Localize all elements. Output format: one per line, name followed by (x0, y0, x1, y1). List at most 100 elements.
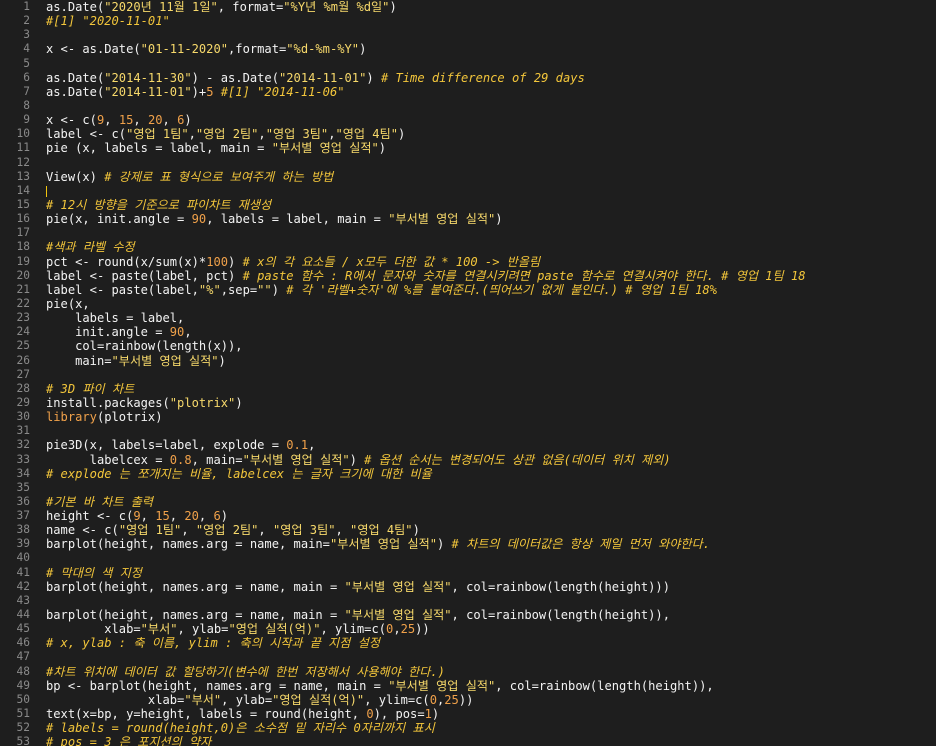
code-line[interactable]: 32 pie3D(x, labels=label, explode = 0.1, (0, 438, 936, 452)
code-line[interactable]: 16 pie(x, init.angle = 90, labels = label… (0, 212, 936, 226)
code-text[interactable]: #[1] "2020-11-01" (46, 14, 936, 28)
code-line[interactable]: 9 x <- c(9, 15, 20, 6) (0, 113, 936, 127)
code-token-plain: , (335, 523, 351, 538)
code-line[interactable]: 52 # labels = round(height,0)은 소수점 밑 자리수 … (0, 721, 936, 735)
code-text[interactable]: # 12시 방향을 기준으로 파이차트 재생성 (46, 198, 936, 212)
code-line[interactable]: 23 labels = label, (0, 311, 936, 325)
code-text[interactable]: pct <- round(x/sum(x)*100) # x의 각 요소들 / … (46, 255, 936, 269)
code-text[interactable]: xlab="부서", ylab="영업 실적(억)", ylim=c(0,25)… (46, 693, 936, 707)
code-text[interactable]: label <- paste(label,"%",sep="") # 각 '라벨… (46, 283, 936, 297)
code-line[interactable]: 3 (0, 28, 936, 42)
code-line[interactable]: 6 as.Date("2014-11-30") - as.Date("2014-1… (0, 71, 936, 85)
code-text[interactable]: as.Date("2014-11-30") - as.Date("2014-11… (46, 71, 936, 85)
code-text[interactable]: # labels = round(height,0)은 소수점 밑 자리수 0자… (46, 721, 936, 735)
code-text[interactable]: labels = label, (46, 311, 936, 325)
code-line[interactable]: 2 #[1] "2020-11-01" (0, 14, 936, 28)
code-text[interactable]: text(x=bp, y=height, labels = round(heig… (46, 707, 936, 721)
code-text[interactable]: height <- c(9, 15, 20, 6) (46, 509, 936, 523)
code-line[interactable]: 1 as.Date("2020년 11월 1일", format="%Y년 %m월… (0, 0, 936, 14)
code-line[interactable]: 42 barplot(height, names.arg = name, main… (0, 580, 936, 594)
code-token-str: "2014-11-01" (104, 84, 192, 99)
code-text[interactable]: as.Date("2014-11-01")+5 #[1] "2014-11-06… (46, 85, 936, 99)
code-text[interactable]: label <- c("영업 1팀","영업 2팀","영업 3팀","영업 4… (46, 127, 936, 141)
code-line[interactable]: 36 #기본 바 차트 출력 (0, 495, 936, 509)
code-text[interactable]: #색과 라벨 수정 (46, 240, 936, 254)
code-text[interactable]: xlab="부서", ylab="영업 실적(억)", ylim=c(0,25)… (46, 622, 936, 636)
code-text[interactable]: barplot(height, names.arg = name, main="… (46, 537, 936, 551)
code-line[interactable]: 7 as.Date("2014-11-01")+5 #[1] "2014-11-0… (0, 85, 936, 99)
code-line[interactable]: 15 # 12시 방향을 기준으로 파이차트 재생성 (0, 198, 936, 212)
code-text[interactable]: name <- c("영업 1팀", "영업 2팀", "영업 3팀", "영업… (46, 523, 936, 537)
code-text[interactable]: as.Date("2020년 11월 1일", format="%Y년 %m월 … (46, 0, 936, 14)
code-line[interactable]: 14 (0, 184, 936, 198)
code-text[interactable]: main="부서별 영업 실적") (46, 354, 936, 368)
code-editor[interactable]: 1 as.Date("2020년 11월 1일", format="%Y년 %m월… (0, 0, 936, 746)
code-line[interactable]: 49 bp <- barplot(height, names.arg = name… (0, 679, 936, 693)
code-text[interactable]: #기본 바 차트 출력 (46, 495, 936, 509)
code-line[interactable]: 29 install.packages("plotrix") (0, 396, 936, 410)
code-line[interactable]: 26 main="부서별 영업 실적") (0, 354, 936, 368)
code-text[interactable]: bp <- barplot(height, names.arg = name, … (46, 679, 936, 693)
code-line[interactable]: 30 library(plotrix) (0, 410, 936, 424)
code-text[interactable]: # explode 는 쪼개지는 비율, labelcex 는 글자 크기에 대… (46, 467, 936, 481)
code-line[interactable]: 40 (0, 551, 936, 565)
code-text[interactable]: labelcex = 0.8, main="부서별 영업 실적") # 옵션 순… (46, 453, 936, 467)
code-text[interactable]: library(plotrix) (46, 410, 936, 424)
code-line[interactable]: 11 pie (x, labels = label, main = "부서별 영업… (0, 141, 936, 155)
code-line[interactable]: 4 x <- as.Date("01-11-2020",format="%d-%m… (0, 42, 936, 56)
code-text[interactable]: barplot(height, names.arg = name, main =… (46, 608, 936, 622)
code-line[interactable]: 41 # 막대의 색 지정 (0, 566, 936, 580)
code-line[interactable]: 12 (0, 156, 936, 170)
code-text[interactable]: x <- c(9, 15, 20, 6) (46, 113, 936, 127)
code-line[interactable]: 13 View(x) # 강제로 표 형식으로 보여주게 하는 방법 (0, 170, 936, 184)
code-line[interactable]: 5 (0, 57, 936, 71)
code-line[interactable]: 27 (0, 368, 936, 382)
code-line[interactable]: 44 barplot(height, names.arg = name, main… (0, 608, 936, 622)
code-line[interactable]: 34 # explode 는 쪼개지는 비율, labelcex 는 글자 크기에… (0, 467, 936, 481)
code-text[interactable]: # x, ylab : 축 이름, ylim : 축의 시작과 끝 지점 설정 (46, 636, 936, 650)
code-line[interactable]: 46 # x, ylab : 축 이름, ylim : 축의 시작과 끝 지점 설… (0, 636, 936, 650)
code-line[interactable]: 20 label <- paste(label, pct) # paste 함수 … (0, 269, 936, 283)
code-text[interactable]: barplot(height, names.arg = name, main =… (46, 580, 936, 594)
code-line[interactable]: 53 # pos = 3 은 포지션의 약자 (0, 735, 936, 746)
code-line[interactable]: 22 pie(x, (0, 297, 936, 311)
code-line[interactable]: 21 label <- paste(label,"%",sep="") # 각 '… (0, 283, 936, 297)
code-line[interactable]: 8 (0, 99, 936, 113)
code-text[interactable]: col=rainbow(length(x)), (46, 339, 936, 353)
code-line[interactable]: 10 label <- c("영업 1팀","영업 2팀","영업 3팀","영업… (0, 127, 936, 141)
code-text[interactable]: pie(x, init.angle = 90, labels = label, … (46, 212, 936, 226)
code-line[interactable]: 48 #차트 위치에 데이터 값 할당하기(변수에 한번 저장해서 사용해야 한다… (0, 665, 936, 679)
code-line[interactable]: 17 (0, 226, 936, 240)
code-text[interactable]: #차트 위치에 데이터 값 할당하기(변수에 한번 저장해서 사용해야 한다.) (46, 665, 936, 679)
code-line[interactable]: 31 (0, 424, 936, 438)
line-number: 24 (16, 325, 30, 339)
code-text[interactable]: # 3D 파이 차트 (46, 382, 936, 396)
code-text[interactable]: x <- as.Date("01-11-2020",format="%d-%m-… (46, 42, 936, 56)
code-text[interactable]: # pos = 3 은 포지션의 약자 (46, 735, 936, 746)
code-text[interactable]: pie(x, (46, 297, 936, 311)
code-line[interactable]: 19 pct <- round(x/sum(x)*100) # x의 각 요소들 … (0, 255, 936, 269)
code-text[interactable]: # 막대의 색 지정 (46, 566, 936, 580)
code-text[interactable]: label <- paste(label, pct) # paste 함수 : … (46, 269, 936, 283)
code-text[interactable]: init.angle = 90, (46, 325, 936, 339)
code-line[interactable]: 39 barplot(height, names.arg = name, main… (0, 537, 936, 551)
code-token-plain: x <- as.Date( (46, 42, 141, 57)
code-line[interactable]: 47 (0, 650, 936, 664)
code-line[interactable]: 35 (0, 481, 936, 495)
code-line[interactable]: 18 #색과 라벨 수정 (0, 240, 936, 254)
code-line[interactable]: 45 xlab="부서", ylab="영업 실적(억)", ylim=c(0,… (0, 622, 936, 636)
code-line[interactable]: 33 labelcex = 0.8, main="부서별 영업 실적") # 옵… (0, 453, 936, 467)
code-text[interactable]: View(x) # 강제로 표 형식으로 보여주게 하는 방법 (46, 170, 936, 184)
code-text[interactable]: pie (x, labels = label, main = "부서별 영업 실… (46, 141, 936, 155)
code-line[interactable]: 28 # 3D 파이 차트 (0, 382, 936, 396)
code-line[interactable]: 51 text(x=bp, y=height, labels = round(he… (0, 707, 936, 721)
code-line[interactable]: 43 (0, 594, 936, 608)
code-token-str: "부서별 영업 실적" (388, 212, 496, 227)
code-line[interactable]: 38 name <- c("영업 1팀", "영업 2팀", "영업 3팀", "… (0, 523, 936, 537)
code-line[interactable]: 24 init.angle = 90, (0, 325, 936, 339)
code-line[interactable]: 50 xlab="부서", ylab="영업 실적(억)", ylim=c(0,… (0, 693, 936, 707)
code-text[interactable]: install.packages("plotrix") (46, 396, 936, 410)
code-line[interactable]: 25 col=rainbow(length(x)), (0, 339, 936, 353)
code-line[interactable]: 37 height <- c(9, 15, 20, 6) (0, 509, 936, 523)
code-text[interactable]: pie3D(x, labels=label, explode = 0.1, (46, 438, 936, 452)
